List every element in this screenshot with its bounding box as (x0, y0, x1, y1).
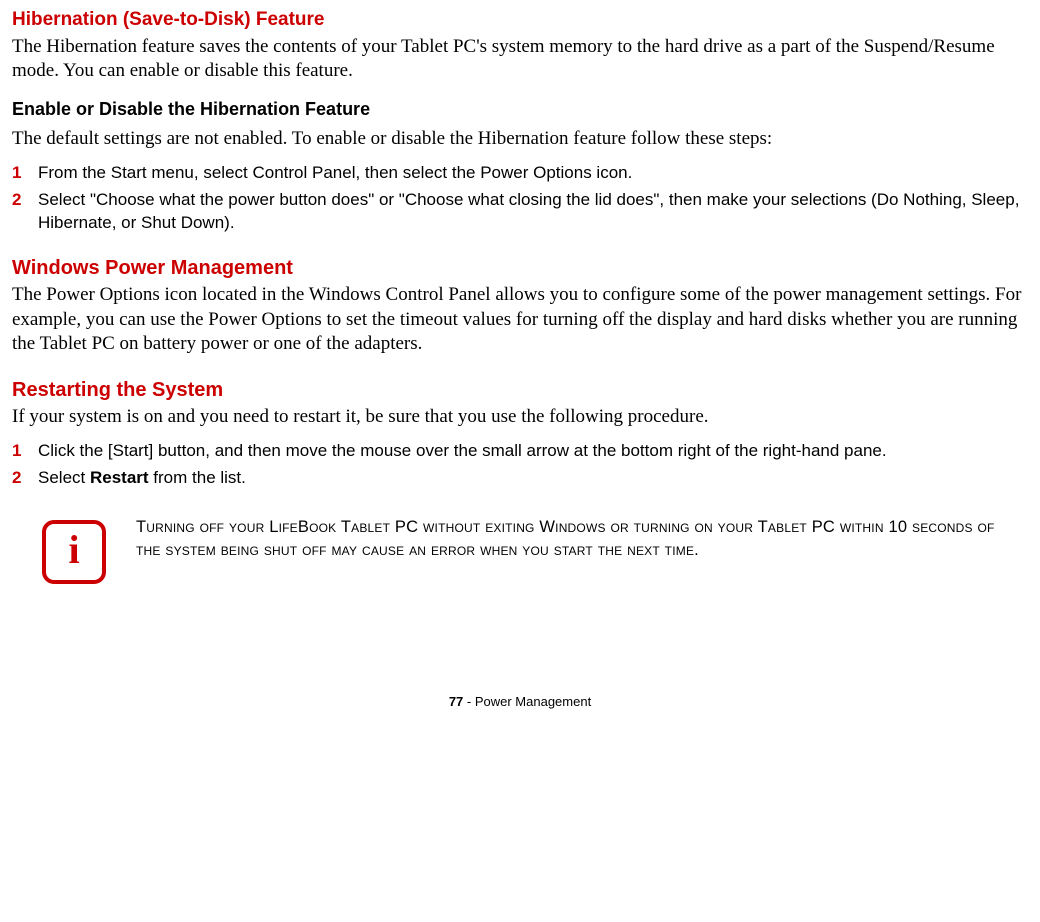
list-text: From the Start menu, select Control Pane… (38, 162, 1028, 185)
list-text-bold: Restart (90, 468, 149, 487)
list-text: Click the [Start] button, and then move … (38, 440, 1028, 463)
subheading-enable-disable: Enable or Disable the Hibernation Featur… (12, 98, 1028, 121)
list-number: 2 (12, 467, 38, 490)
info-icon: i (42, 520, 106, 584)
footer-sep: - (463, 694, 475, 709)
steps-list-2: 1 Click the [Start] button, and then mov… (12, 440, 1028, 490)
list-item: 2 Select Restart from the list. (12, 467, 1028, 490)
steps-list-1: 1 From the Start menu, select Control Pa… (12, 162, 1028, 235)
body-restarting: If your system is on and you need to res… (12, 405, 1028, 430)
info-text: Turning off your LifeBook Tablet PC with… (136, 516, 1028, 562)
body-enable-disable: The default settings are not enabled. To… (12, 127, 1028, 152)
list-text-prefix: Select (38, 468, 90, 487)
heading-windows-power: Windows Power Management (12, 255, 1028, 281)
list-number: 1 (12, 162, 38, 185)
list-item: 2 Select "Choose what the power button d… (12, 189, 1028, 235)
info-icon-letter: i (68, 530, 79, 570)
list-number: 1 (12, 440, 38, 463)
list-text-suffix: from the list. (149, 468, 246, 487)
list-text: Select Restart from the list. (38, 467, 1028, 490)
list-number: 2 (12, 189, 38, 212)
footer-title: Power Management (475, 694, 591, 709)
list-item: 1 From the Start menu, select Control Pa… (12, 162, 1028, 185)
heading-restarting: Restarting the System (12, 377, 1028, 403)
body-hibernation: The Hibernation feature saves the conten… (12, 35, 1028, 84)
info-block: i Turning off your LifeBook Tablet PC wi… (12, 516, 1028, 584)
heading-hibernation: Hibernation (Save-to-Disk) Feature (12, 8, 1028, 33)
body-windows-power: The Power Options icon located in the Wi… (12, 283, 1028, 357)
list-item: 1 Click the [Start] button, and then mov… (12, 440, 1028, 463)
list-text: Select "Choose what the power button doe… (38, 189, 1028, 235)
footer-page-number: 77 (449, 694, 463, 709)
page-footer: 77 - Power Management (12, 694, 1028, 711)
